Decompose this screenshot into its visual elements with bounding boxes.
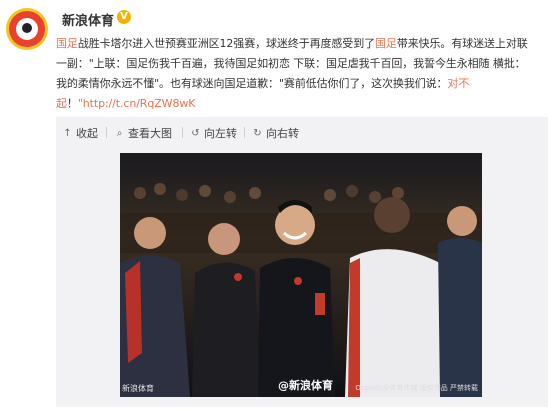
rotate-left-button[interactable]: ↺ 向左转 — [190, 125, 237, 141]
rotate-left-icon: ↺ — [191, 127, 200, 139]
watermark-left: 新浪体育 — [122, 384, 154, 393]
post-text-segment: 带来快乐。有球迷送上对联 — [396, 37, 528, 50]
collapse-icon: ↑ — [63, 127, 72, 139]
short-link[interactable]: "http://t.cn/RqZW8wK — [78, 97, 196, 110]
watermark-center: @新浪体育 — [278, 379, 333, 392]
image-toolbar: ↑ 收起 ⌕ 查看大图 ↺ 向左转 ↻ 向右转 — [56, 123, 548, 143]
zoom-icon: ⌕ — [116, 127, 123, 139]
highlight-text: 对不 — [447, 77, 470, 90]
photo-scene — [120, 153, 482, 397]
avatar[interactable] — [6, 8, 48, 50]
toolbar-divider — [244, 127, 245, 138]
rotate-right-button[interactable]: ↻ 向右转 — [252, 125, 299, 141]
rotate-right-icon: ↻ — [253, 127, 262, 139]
post-text-segment: 一副："上联：国足伤我千百遍，我待国足如初恋 下联：国足虐我千百回，我誓今生永相… — [56, 57, 526, 70]
view-large-label: 查看大图 — [128, 127, 172, 140]
watermark-right: Osports全体育传媒 版权作品 严禁转载 — [355, 384, 478, 392]
account-name[interactable]: 新浪体育 — [62, 10, 114, 29]
media-box: ↑ 收起 ⌕ 查看大图 ↺ 向左转 ↻ 向右转 新浪体育 @新浪体育 Ospor… — [56, 117, 548, 407]
toolbar-divider — [106, 127, 107, 138]
verified-icon: V — [117, 10, 131, 24]
toolbar-divider — [182, 127, 183, 138]
collapse-button[interactable]: ↑ 收起 — [62, 125, 98, 141]
topic-link[interactable]: 国足 — [56, 37, 78, 50]
highlight-text: 起 — [56, 97, 67, 110]
post-text-segment: 我的柔情你永远不懂"。也有球迷向国足道歉："赛前低估你们了，这次换我们说： — [56, 77, 448, 90]
topic-link[interactable]: 国足 — [375, 37, 397, 50]
post-text-segment: 战胜卡塔尔进入世预赛亚洲区12强赛，球迷终于再度感受到了 — [77, 37, 376, 50]
collapse-label: 收起 — [76, 127, 98, 140]
view-large-button[interactable]: ⌕ 查看大图 — [114, 125, 172, 141]
rotate-right-label: 向右转 — [266, 127, 299, 140]
post-text-segment: ！ — [66, 97, 78, 110]
post-photo[interactable]: 新浪体育 @新浪体育 Osports全体育传媒 版权作品 严禁转载 — [120, 153, 482, 397]
avatar-pupil — [22, 23, 32, 33]
post-text: 国足战胜卡塔尔进入世预赛亚洲区12强赛，球迷终于再度感受到了国足带来快乐。有球迷… — [56, 34, 552, 114]
rotate-left-label: 向左转 — [204, 127, 237, 140]
